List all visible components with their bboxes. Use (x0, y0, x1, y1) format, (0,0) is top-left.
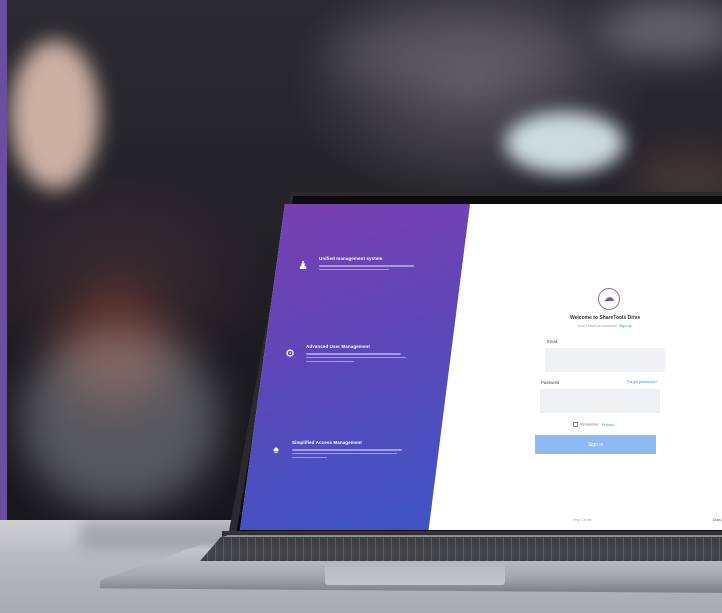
remember-checkbox[interactable] (573, 422, 578, 427)
feature-description (319, 263, 419, 271)
help-center-link[interactable]: Help Center (573, 518, 592, 522)
feature-description (292, 447, 402, 458)
remember-row: Remember Privacy (573, 422, 614, 427)
privacy-link[interactable]: Privacy (602, 423, 614, 427)
blurred-hand (10, 40, 100, 190)
feature-title: Advanced User Management (306, 344, 370, 349)
docs-link[interactable]: Docs (713, 518, 721, 522)
user-icon: ♠ (273, 444, 279, 456)
laptop-keyboard (200, 537, 722, 561)
app-logo-icon: ☁ (598, 288, 620, 310)
blurred-chair (20, 330, 220, 510)
login-title: Welcome to ShareTools Drive (570, 315, 641, 321)
email-label: Email (547, 339, 558, 344)
bokeh-light (505, 112, 625, 174)
laptop-screen: ♟ Unified management system ⚙ Advanced U… (240, 204, 722, 530)
forgot-password-link[interactable]: Forgot password? (627, 380, 657, 384)
feature-title: Unified management system (319, 256, 383, 261)
people-icon: ♟ (298, 260, 308, 272)
sign-in-button[interactable]: Sign in (535, 435, 656, 454)
gear-icon: ⚙ (285, 348, 295, 360)
signup-link[interactable]: Sign up (619, 324, 632, 328)
feature-title: Simplified Access Management (292, 440, 362, 445)
password-input[interactable] (540, 389, 660, 413)
feature-description (306, 351, 406, 362)
email-input[interactable] (545, 348, 665, 372)
laptop-trackpad (325, 563, 505, 585)
bokeh-light (330, 20, 580, 90)
login-subtitle: Don't have an account? Sign up (578, 324, 632, 328)
password-label: Password (541, 380, 560, 385)
